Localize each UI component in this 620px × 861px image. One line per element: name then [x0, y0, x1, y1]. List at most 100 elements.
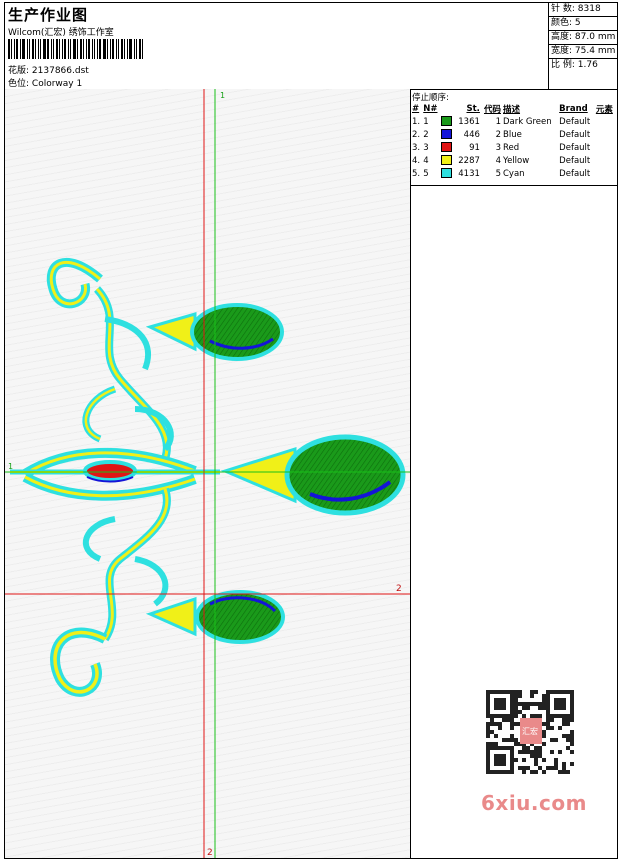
qr-module: [514, 722, 518, 726]
qr-module: [486, 722, 490, 726]
qr-module: [558, 726, 562, 730]
qr-module: [550, 718, 554, 722]
legend-col-code: 代码: [483, 105, 501, 115]
colorway-name: Colorway 1: [31, 79, 83, 89]
barcode-bar: [107, 39, 108, 59]
qr-module: [502, 718, 506, 722]
qr-module: [534, 746, 538, 750]
qr-module: [534, 762, 538, 766]
barcode-bar: [59, 39, 60, 59]
qr-module: [514, 702, 518, 706]
qr-module: [542, 698, 546, 702]
qr-module: [534, 702, 538, 706]
barcode-bar: [62, 39, 63, 59]
legend-col-swatch: [440, 103, 454, 115]
barcode-bar: [56, 39, 58, 59]
legend-n: 4: [423, 155, 429, 166]
qr-module: [490, 730, 494, 734]
qr-module: [538, 754, 542, 758]
qr-module: [538, 702, 542, 706]
qr-module: [522, 766, 526, 770]
legend-stitches: 2287: [458, 155, 480, 166]
qr-module: [490, 718, 494, 722]
qr-module: [570, 734, 574, 738]
barcode-bar: [29, 39, 30, 59]
design-file-name: 2137866.dst: [31, 66, 89, 76]
qr-module: [510, 718, 514, 722]
qr-module: [514, 690, 518, 694]
qr-module: [546, 722, 550, 726]
qr-module: [534, 750, 538, 754]
top-teardrop: [145, 303, 284, 361]
legend-brand: Default: [559, 168, 591, 179]
legend-col-element: 元素: [595, 105, 613, 115]
qr-module: [562, 722, 566, 726]
legend-brand: Default: [559, 142, 591, 153]
qr-module: [518, 702, 522, 706]
color-swatch: [441, 129, 453, 140]
qr-module: [542, 694, 546, 698]
qr-module: [558, 770, 562, 774]
sheet-title: 生产作业图: [8, 6, 89, 24]
guide-label-left: 1: [8, 462, 13, 471]
qr-module: [558, 750, 562, 754]
qr-module: [566, 734, 570, 738]
barcode-bar: [97, 39, 98, 59]
qr-module: [550, 766, 554, 770]
barcode-bar: [83, 39, 84, 59]
barcode-bar: [38, 39, 39, 59]
qr-module: [498, 722, 502, 726]
qr-module: [526, 746, 530, 750]
barcode-bar: [32, 39, 34, 59]
qr-finder: [494, 754, 506, 766]
legend-row: 3. 3 91 3 Red Default: [411, 141, 616, 154]
qr-module: [566, 770, 570, 774]
qr-module: [522, 750, 526, 754]
qr-module: [562, 734, 566, 738]
qr-module: [570, 730, 574, 734]
legend-header-row: # N# St. 代码 描述 Brand 元素: [411, 103, 616, 115]
qr-module: [522, 758, 526, 762]
legend-code: 3: [495, 142, 501, 153]
legend-brand: Default: [559, 129, 591, 140]
watermark-text: 6xiu.com: [481, 791, 587, 815]
legend-index: 2.: [412, 129, 421, 140]
qr-module: [554, 758, 558, 762]
barcode-bar: [53, 39, 54, 59]
qr-finder: [554, 698, 566, 710]
barcode-bar: [124, 39, 125, 59]
qr-module: [562, 766, 566, 770]
legend-index: 4.: [412, 155, 421, 166]
qr-module: [538, 746, 542, 750]
legend-col-description: 描述: [503, 105, 521, 115]
legend-description: Blue: [503, 129, 522, 140]
legend-element: [595, 115, 616, 128]
legend-row: 2. 2 446 2 Blue Default: [411, 128, 616, 141]
legend-n: 5: [423, 168, 429, 179]
barcode-bar: [103, 39, 106, 59]
color-swatch: [441, 116, 453, 127]
barcode-bar: [47, 39, 49, 59]
qr-module: [554, 766, 558, 770]
qr-module: [562, 718, 566, 722]
qr-module: [494, 734, 498, 738]
qr-module: [522, 770, 526, 774]
color-legend: 停止顺序: # N# St. 代码 描述 Brand 元素 1. 1 1361 1 Da…: [410, 89, 617, 186]
qr-module: [514, 742, 518, 746]
barcode-bar: [64, 39, 66, 59]
qr-module: [522, 746, 526, 750]
barcode-bar: [99, 39, 101, 59]
barcode-bar: [27, 39, 28, 59]
qr-module: [534, 690, 538, 694]
qr-module: [490, 742, 494, 746]
barcode-bar: [136, 39, 137, 59]
stat-stitches: 针 数: 8318: [549, 3, 618, 17]
embroidery-drawing: 1 2 2 1: [5, 89, 410, 858]
qr-module: [486, 730, 490, 734]
guide-label-bottom: 2: [207, 848, 213, 858]
barcode-bar: [110, 39, 111, 59]
qr-module: [494, 742, 498, 746]
legend-element: [595, 128, 616, 141]
stat-scale: 比 例: 1.76: [551, 60, 598, 70]
barcode: [8, 39, 145, 59]
